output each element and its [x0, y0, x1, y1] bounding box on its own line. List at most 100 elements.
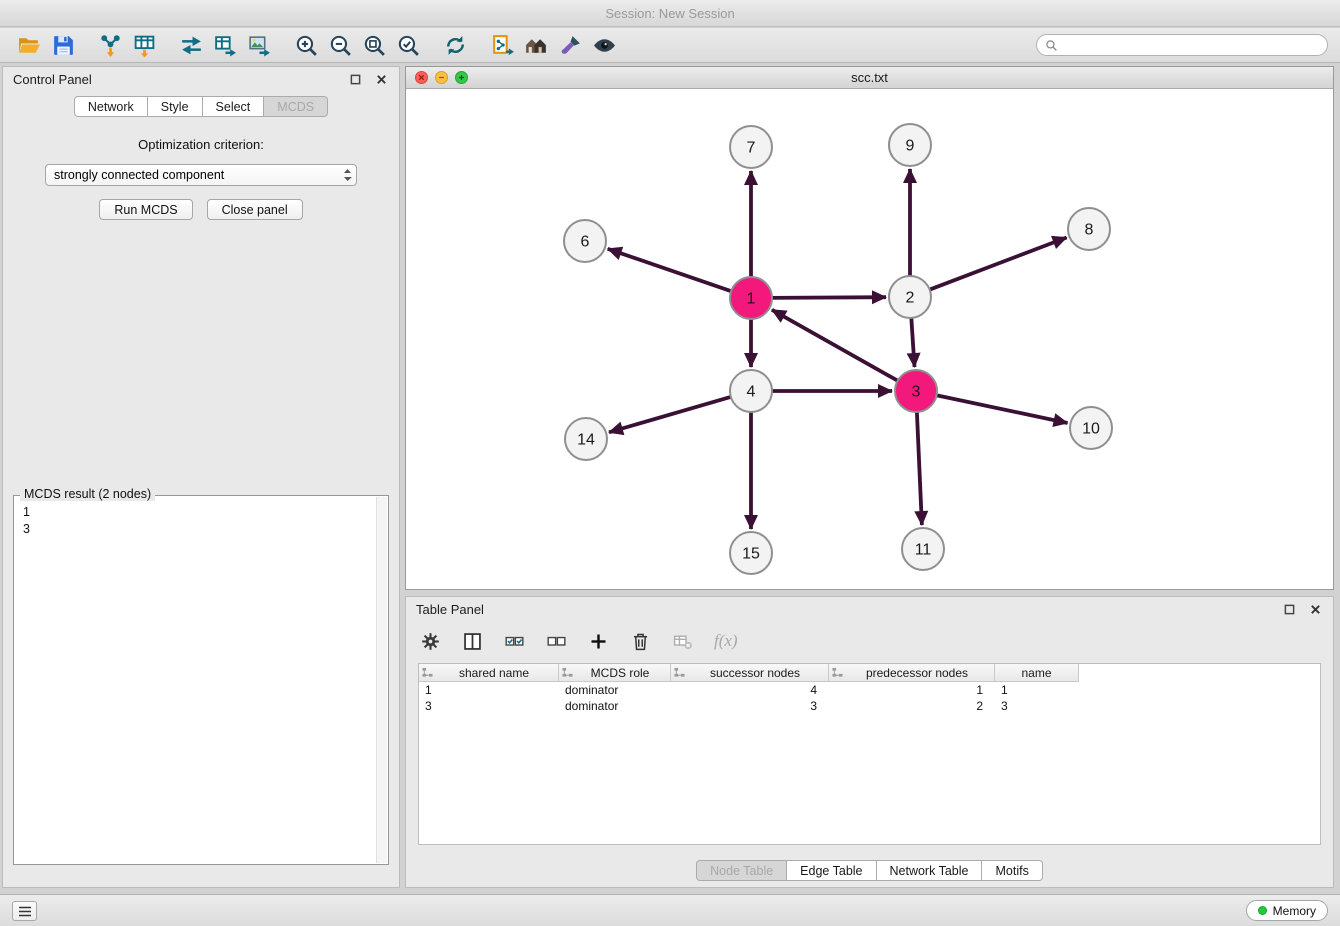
export-table-button[interactable] — [208, 30, 242, 60]
close-panel-button[interactable] — [373, 72, 389, 88]
column-header-successor-nodes[interactable]: successor nodes — [671, 664, 829, 682]
export-network-icon — [179, 33, 204, 58]
network-canvas[interactable]: 7968124314101511 — [406, 89, 1333, 589]
memory-button[interactable]: Memory — [1246, 900, 1328, 921]
column-header-name[interactable]: name — [995, 664, 1079, 682]
mcds-result-item[interactable]: 3 — [23, 521, 379, 538]
open-session-button[interactable] — [12, 30, 46, 60]
zoom-in-button[interactable] — [289, 30, 323, 60]
node-table: shared name MCDS role successor nodes pr… — [418, 663, 1321, 845]
refresh-button[interactable] — [438, 30, 472, 60]
close-table-panel-button[interactable] — [1307, 602, 1323, 618]
run-mcds-button[interactable]: Run MCDS — [99, 199, 192, 220]
import-table-button[interactable] — [127, 30, 161, 60]
delete-columns-button[interactable] — [630, 628, 651, 654]
clone-network-button[interactable] — [485, 30, 519, 60]
mcds-result-list: 1 3 — [14, 496, 388, 546]
close-mcds-panel-button[interactable]: Close panel — [207, 199, 303, 220]
graph-edge[interactable] — [911, 316, 914, 367]
cell-mcds-role: dominator — [559, 699, 671, 713]
tab-network[interactable]: Network — [74, 96, 148, 117]
graph-edge[interactable] — [609, 396, 733, 432]
tab-style[interactable]: Style — [148, 96, 203, 117]
export-image-button[interactable] — [242, 30, 276, 60]
table-header-row: shared name MCDS role successor nodes pr… — [419, 664, 1320, 682]
table-panel-tabs: Node Table Edge Table Network Table Moti… — [406, 860, 1333, 881]
column-header-predecessor-nodes[interactable]: predecessor nodes — [829, 664, 995, 682]
graph-node-label: 7 — [747, 140, 756, 157]
tab-edge-table[interactable]: Edge Table — [787, 860, 876, 881]
tab-network-table[interactable]: Network Table — [877, 860, 983, 881]
zoom-fit-icon — [362, 33, 387, 58]
table-panel-header: Table Panel — [406, 597, 1333, 622]
graph-node-label: 4 — [747, 384, 756, 401]
graph-node-label: 9 — [906, 138, 915, 155]
tab-select[interactable]: Select — [203, 96, 265, 117]
float-table-panel-button[interactable] — [1281, 602, 1297, 618]
close-icon — [1310, 604, 1321, 615]
cell-shared-name: 3 — [419, 699, 559, 713]
tab-motifs[interactable]: Motifs — [982, 860, 1042, 881]
export-image-icon — [247, 33, 272, 58]
table-panel-title: Table Panel — [416, 602, 484, 617]
graph-edge[interactable] — [770, 297, 886, 298]
mcds-result-item[interactable]: 1 — [23, 504, 379, 521]
tab-mcds[interactable]: MCDS — [264, 96, 328, 117]
dropdown-stepper-icon — [343, 168, 352, 182]
zoom-window-icon[interactable] — [455, 71, 468, 84]
zoom-out-button[interactable] — [323, 30, 357, 60]
column-header-mcds-role[interactable]: MCDS role — [559, 664, 671, 682]
graph-edge[interactable] — [608, 249, 733, 292]
status-bar: Memory — [0, 894, 1340, 926]
optimization-criterion-label: Optimization criterion: — [3, 137, 399, 152]
cell-predecessor-nodes: 2 — [829, 699, 995, 713]
close-icon — [376, 74, 387, 85]
function-builder-button[interactable]: f(x) — [714, 628, 738, 654]
network-window-title: scc.txt — [851, 70, 888, 85]
search-icon — [1045, 39, 1058, 52]
graph-node-label: 1 — [747, 291, 756, 308]
graph-edge[interactable] — [917, 410, 922, 525]
toolbar-separator — [425, 45, 438, 46]
memory-status-icon — [1258, 906, 1267, 915]
home-layout-button[interactable] — [519, 30, 553, 60]
graph-node-label: 11 — [915, 542, 932, 559]
table-settings-button[interactable] — [420, 628, 441, 654]
export-network-button[interactable] — [174, 30, 208, 60]
memory-label: Memory — [1273, 904, 1316, 918]
table-row[interactable]: 3 dominator 3 2 3 — [419, 698, 1320, 714]
graph-edge[interactable] — [928, 238, 1067, 291]
create-column-button[interactable] — [588, 628, 609, 654]
unselect-all-columns-button[interactable] — [546, 628, 567, 654]
graph-node-label: 2 — [906, 290, 915, 307]
minimize-window-icon[interactable] — [435, 71, 448, 84]
eye-icon — [592, 33, 617, 58]
zoom-selected-icon — [396, 33, 421, 58]
table-row[interactable]: 1 dominator 4 1 1 — [419, 682, 1320, 698]
plus-icon — [588, 631, 609, 652]
show-hide-graphics-button[interactable] — [587, 30, 621, 60]
import-network-button[interactable] — [93, 30, 127, 60]
window-titlebar: Session: New Session — [0, 0, 1340, 27]
control-panel-tabs: Network Style Select MCDS — [3, 96, 399, 117]
select-all-columns-button[interactable] — [504, 628, 525, 654]
show-columns-button[interactable] — [462, 628, 483, 654]
graph-edge[interactable] — [772, 310, 900, 382]
delete-table-button[interactable] — [672, 628, 693, 654]
criterion-dropdown-value: strongly connected component — [54, 168, 343, 182]
apply-style-button[interactable] — [553, 30, 587, 60]
column-header-shared-name[interactable]: shared name — [419, 664, 559, 682]
criterion-dropdown[interactable]: strongly connected component — [45, 164, 357, 186]
search-input[interactable] — [1063, 38, 1319, 52]
task-history-button[interactable] — [12, 901, 37, 921]
save-session-button[interactable] — [46, 30, 80, 60]
graph-edge[interactable] — [935, 395, 1068, 423]
open-folder-icon — [17, 33, 42, 58]
column-type-icon — [562, 667, 573, 678]
close-window-icon[interactable] — [415, 71, 428, 84]
tab-node-table[interactable]: Node Table — [696, 860, 787, 881]
zoom-selected-button[interactable] — [391, 30, 425, 60]
result-scrollbar[interactable] — [376, 497, 387, 863]
float-panel-button[interactable] — [347, 72, 363, 88]
zoom-fit-button[interactable] — [357, 30, 391, 60]
